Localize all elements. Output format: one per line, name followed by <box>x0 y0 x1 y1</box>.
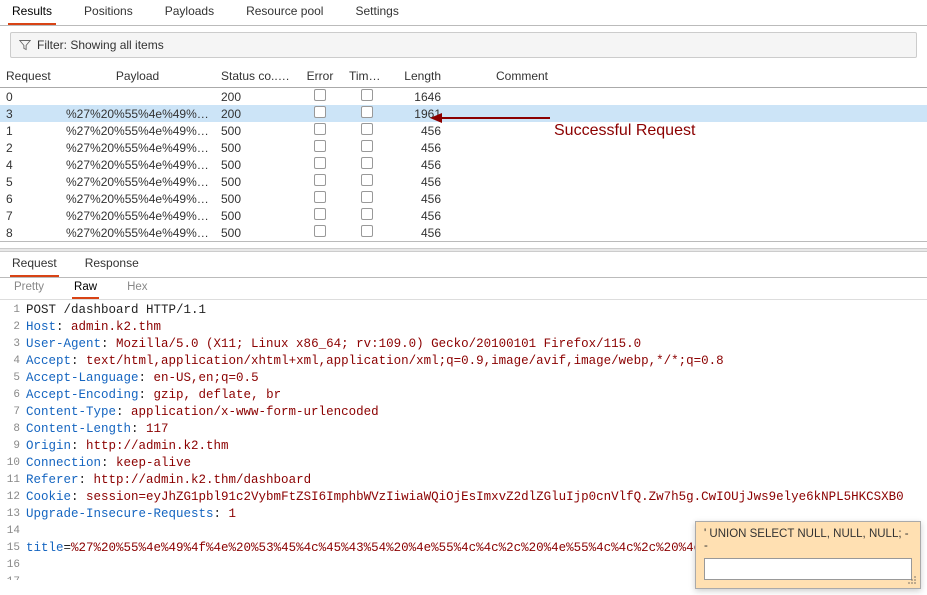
raw-line: 11Referer: http://admin.k2.thm/dashboard <box>2 472 927 489</box>
table-row[interactable]: 5%27%20%55%4e%49%4...500456 <box>0 173 927 190</box>
filter-bar[interactable]: Filter: Showing all items <box>10 32 917 58</box>
error-checkbox[interactable] <box>314 106 326 118</box>
table-row[interactable]: 4%27%20%55%4e%49%4...500456 <box>0 156 927 173</box>
tab-response[interactable]: Response <box>83 251 141 277</box>
decode-tooltip-text: ' UNION SELECT NULL, NULL, NULL; -- <box>704 528 912 552</box>
error-checkbox[interactable] <box>314 123 326 135</box>
view-tab-raw[interactable]: Raw <box>72 277 99 299</box>
timeout-checkbox[interactable] <box>361 123 373 135</box>
tab-settings[interactable]: Settings <box>351 0 402 25</box>
raw-line: 4Accept: text/html,application/xhtml+xml… <box>2 353 927 370</box>
table-row[interactable]: 2%27%20%55%4e%49%4...500456 <box>0 139 927 156</box>
raw-line: 3User-Agent: Mozilla/5.0 (X11; Linux x86… <box>2 336 927 353</box>
raw-line: 1POST /dashboard HTTP/1.1 <box>2 302 927 319</box>
timeout-checkbox[interactable] <box>361 174 373 186</box>
tab-request[interactable]: Request <box>10 251 59 277</box>
tab-resource-pool[interactable]: Resource pool <box>242 0 327 25</box>
error-checkbox[interactable] <box>314 140 326 152</box>
view-tab-hex[interactable]: Hex <box>125 277 149 299</box>
raw-line: 12Cookie: session=eyJhZG1pbl91c2VybmFtZS… <box>2 489 927 506</box>
col-header-status[interactable]: Status co...▲ <box>215 66 297 86</box>
annotation-label: Successful Request <box>554 122 695 140</box>
col-header-payload[interactable]: Payload <box>60 66 215 86</box>
resize-grip-icon[interactable] <box>907 575 917 585</box>
decode-tooltip: ' UNION SELECT NULL, NULL, NULL; -- <box>695 521 921 589</box>
col-header-request[interactable]: Request <box>0 66 60 86</box>
timeout-checkbox[interactable] <box>361 89 373 101</box>
table-row[interactable]: 8%27%20%55%4e%49%4...500456 <box>0 224 927 241</box>
error-checkbox[interactable] <box>314 89 326 101</box>
error-checkbox[interactable] <box>314 208 326 220</box>
error-checkbox[interactable] <box>314 174 326 186</box>
view-tab-pretty[interactable]: Pretty <box>12 277 46 299</box>
raw-line: 10Connection: keep-alive <box>2 455 927 472</box>
timeout-checkbox[interactable] <box>361 225 373 237</box>
main-tab-bar: Results Positions Payloads Resource pool… <box>0 0 927 26</box>
tab-positions[interactable]: Positions <box>80 0 137 25</box>
error-checkbox[interactable] <box>314 157 326 169</box>
tab-results[interactable]: Results <box>8 0 56 25</box>
results-table: Request Payload Status co...▲ Error Time… <box>0 64 927 242</box>
tab-payloads[interactable]: Payloads <box>161 0 218 25</box>
col-header-length[interactable]: Length <box>391 66 447 86</box>
filter-label: Filter: Showing all items <box>37 38 164 52</box>
decode-tooltip-input[interactable] <box>704 558 912 580</box>
raw-line: 7Content-Type: application/x-www-form-ur… <box>2 404 927 421</box>
annotation-arrow <box>430 108 550 128</box>
raw-line: 8Content-Length: 117 <box>2 421 927 438</box>
filter-icon <box>19 39 31 51</box>
raw-line: 9Origin: http://admin.k2.thm <box>2 438 927 455</box>
table-row[interactable]: 6%27%20%55%4e%49%4...500456 <box>0 190 927 207</box>
detail-tab-bar: Request Response <box>0 252 927 278</box>
raw-line: 2Host: admin.k2.thm <box>2 319 927 336</box>
table-row[interactable]: 7%27%20%55%4e%49%4...500456 <box>0 207 927 224</box>
table-header: Request Payload Status co...▲ Error Time… <box>0 64 927 88</box>
col-header-comment[interactable]: Comment <box>447 66 597 86</box>
timeout-checkbox[interactable] <box>361 106 373 118</box>
raw-line: 6Accept-Encoding: gzip, deflate, br <box>2 387 927 404</box>
error-checkbox[interactable] <box>314 191 326 203</box>
table-row[interactable]: 02001646 <box>0 88 927 105</box>
timeout-checkbox[interactable] <box>361 208 373 220</box>
view-tab-bar: Pretty Raw Hex <box>0 278 927 300</box>
col-header-error[interactable]: Error <box>297 66 343 86</box>
timeout-checkbox[interactable] <box>361 191 373 203</box>
col-header-timeout[interactable]: Timeout <box>343 66 391 86</box>
timeout-checkbox[interactable] <box>361 157 373 169</box>
timeout-checkbox[interactable] <box>361 140 373 152</box>
error-checkbox[interactable] <box>314 225 326 237</box>
raw-line: 5Accept-Language: en-US,en;q=0.5 <box>2 370 927 387</box>
